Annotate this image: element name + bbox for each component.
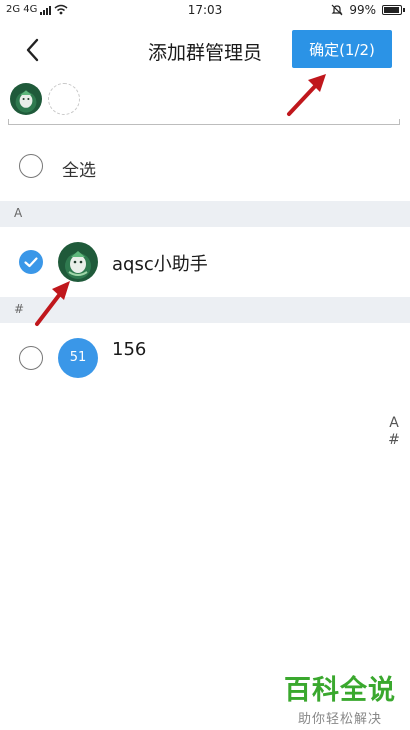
index-letter-hash[interactable]: #: [388, 432, 400, 449]
select-all-label: 全选: [62, 161, 96, 181]
nav-bar: 添加群管理员 确定(1/2): [0, 24, 410, 76]
section-letter: A: [14, 206, 23, 220]
battery-percent: 99%: [349, 3, 376, 17]
selected-members: [0, 76, 410, 128]
mute-bell-icon: [331, 4, 343, 16]
selected-member-avatar[interactable]: [10, 83, 42, 115]
section-header-hash: #: [0, 297, 410, 323]
avatar: [58, 242, 98, 282]
watermark-title: 百科全说: [284, 675, 396, 706]
select-all-radio[interactable]: [19, 154, 43, 178]
contact-row[interactable]: aqsc小助手: [0, 227, 410, 297]
alphabet-index-bar[interactable]: A #: [388, 415, 400, 449]
contact-row[interactable]: 51 156: [0, 323, 410, 393]
contact-checkbox-checked[interactable]: [19, 250, 43, 274]
avatar-initials: 51: [58, 338, 98, 378]
section-letter: #: [14, 302, 25, 316]
section-header-a: A: [0, 201, 410, 227]
confirm-button[interactable]: 确定(1/2): [292, 30, 392, 68]
select-all-row[interactable]: 全选: [0, 138, 410, 196]
battery-icon: [382, 5, 405, 15]
index-letter-a[interactable]: A: [388, 415, 400, 432]
empty-slot-placeholder: [48, 83, 80, 115]
contact-checkbox[interactable]: [19, 346, 43, 370]
contact-name: 156: [112, 339, 147, 360]
selected-divider: [8, 119, 400, 125]
status-right: 99%: [331, 3, 405, 17]
watermark-subtitle: 助你轻松解决: [297, 712, 382, 727]
contact-name: aqsc小助手: [112, 254, 208, 275]
checkmark-icon: [24, 257, 38, 268]
watermark: 百科全说 助你轻松解决: [280, 668, 400, 727]
status-bar: 2G 4G 17:03 99%: [0, 0, 410, 24]
